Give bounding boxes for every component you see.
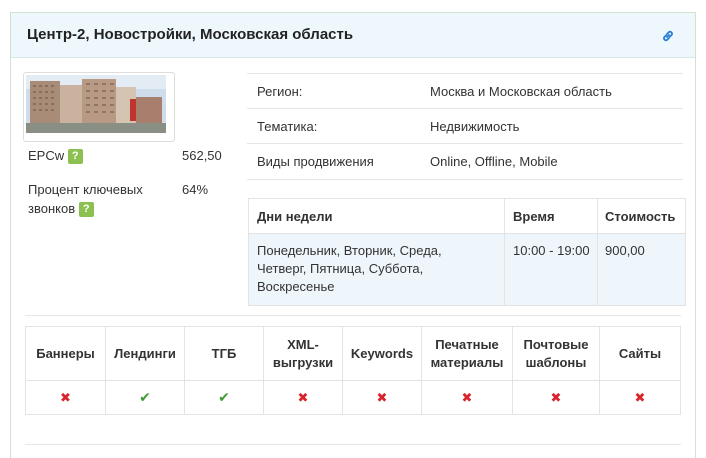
- column-divider: [597, 199, 598, 305]
- help-icon[interactable]: ?: [78, 202, 94, 218]
- header-line: материалы: [430, 354, 504, 370]
- header-cost: Стоимость: [605, 209, 676, 224]
- divider: [25, 444, 681, 445]
- feature-cell: ✖: [513, 381, 599, 414]
- link-icon[interactable]: [661, 29, 675, 43]
- info-label: Тематика:: [257, 119, 318, 134]
- header-line: Почтовые: [523, 336, 589, 352]
- days-line: Понедельник, Вторник, Среда,: [257, 243, 442, 258]
- feature-cell: ✖: [264, 381, 342, 414]
- feature-header-tgb: ТГБ: [185, 327, 263, 380]
- days-line: Четверг, Пятница, Суббота,: [257, 261, 424, 276]
- check-icon: ✔: [218, 389, 230, 405]
- cross-icon: ✖: [376, 389, 388, 405]
- schedule-table: Дни недели Время Стоимость Понедельник, …: [248, 198, 686, 306]
- page-title: Центр-2, Новостройки, Московская область: [27, 26, 354, 43]
- cross-icon: ✖: [550, 389, 562, 405]
- header-line: Keywords: [350, 345, 414, 361]
- feature-header-mail: Почтовые шаблоны: [513, 327, 599, 380]
- header-line: Баннеры: [36, 345, 95, 361]
- days-line: Воскресенье: [257, 279, 335, 294]
- feature-cell: ✔: [185, 381, 263, 414]
- info-row-promotion: Виды продвижения Online, Offline, Mobile: [247, 143, 683, 180]
- cross-icon: ✖: [297, 389, 309, 405]
- info-label: Виды продвижения: [257, 154, 374, 169]
- calls-label-line1: Процент ключевых: [28, 182, 143, 197]
- schedule-time: 10:00 - 19:00: [513, 243, 590, 258]
- feature-cell: ✖: [600, 381, 680, 414]
- epc-label: EPCw ?: [28, 146, 83, 165]
- building-photo-icon: [26, 75, 166, 133]
- header-line: Лендинги: [114, 345, 176, 361]
- cross-icon: ✖: [60, 389, 71, 405]
- info-row-topic: Тематика: Недвижимость: [247, 108, 683, 144]
- features-table: Баннеры Лендинги ТГБ XML-выгрузки Keywor…: [25, 326, 681, 415]
- calls-label: Процент ключевых звонков ?: [28, 180, 168, 218]
- column-divider: [504, 199, 505, 305]
- feature-header-landings: Лендинги: [106, 327, 184, 380]
- info-value: Москва и Московская область: [430, 84, 612, 99]
- header-line: Печатные: [435, 336, 499, 352]
- building-photo[interactable]: [23, 72, 175, 142]
- cross-icon: ✖: [634, 389, 646, 405]
- header-days: Дни недели: [257, 209, 333, 224]
- feature-header-xml: XML-выгрузки: [264, 327, 342, 380]
- epc-label-text: EPCw: [28, 148, 65, 163]
- feature-cell: ✖: [26, 381, 105, 414]
- offer-panel: Центр-2, Новостройки, Московская область: [10, 12, 696, 458]
- header-line: ТГБ: [211, 345, 237, 361]
- feature-header-print: Печатные материалы: [422, 327, 512, 380]
- feature-header-banners: Баннеры: [26, 327, 105, 380]
- info-label: Регион:: [257, 84, 303, 99]
- feature-cell: ✔: [106, 381, 184, 414]
- help-icon[interactable]: ?: [67, 149, 83, 165]
- feature-cell: ✖: [422, 381, 512, 414]
- info-value: Online, Offline, Mobile: [430, 154, 558, 169]
- schedule-days: Понедельник, Вторник, Среда, Четверг, Пя…: [257, 242, 442, 296]
- header-time: Время: [513, 209, 555, 224]
- calls-value: 64%: [182, 182, 209, 197]
- feature-cell: ✖: [343, 381, 421, 414]
- cross-icon: ✖: [461, 389, 473, 405]
- header-line: выгрузки: [272, 354, 334, 370]
- info-row-region: Регион: Москва и Московская область: [247, 73, 683, 109]
- calls-label-line2: звонков: [28, 201, 76, 216]
- panel-header: Центр-2, Новостройки, Московская область: [11, 13, 695, 58]
- schedule-cost: 900,00: [605, 243, 645, 258]
- feature-header-sites: Сайты: [600, 327, 680, 380]
- feature-header-keywords: Keywords: [343, 327, 421, 380]
- check-icon: ✔: [139, 389, 151, 405]
- epc-value: 562,50: [182, 148, 222, 163]
- header-line: шаблоны: [525, 354, 587, 370]
- info-value: Недвижимость: [430, 119, 520, 134]
- header-line: Сайты: [618, 345, 662, 361]
- header-line: XML-: [287, 336, 319, 352]
- calls-label-line2-wrap: звонков ?: [28, 199, 168, 218]
- divider: [25, 315, 681, 316]
